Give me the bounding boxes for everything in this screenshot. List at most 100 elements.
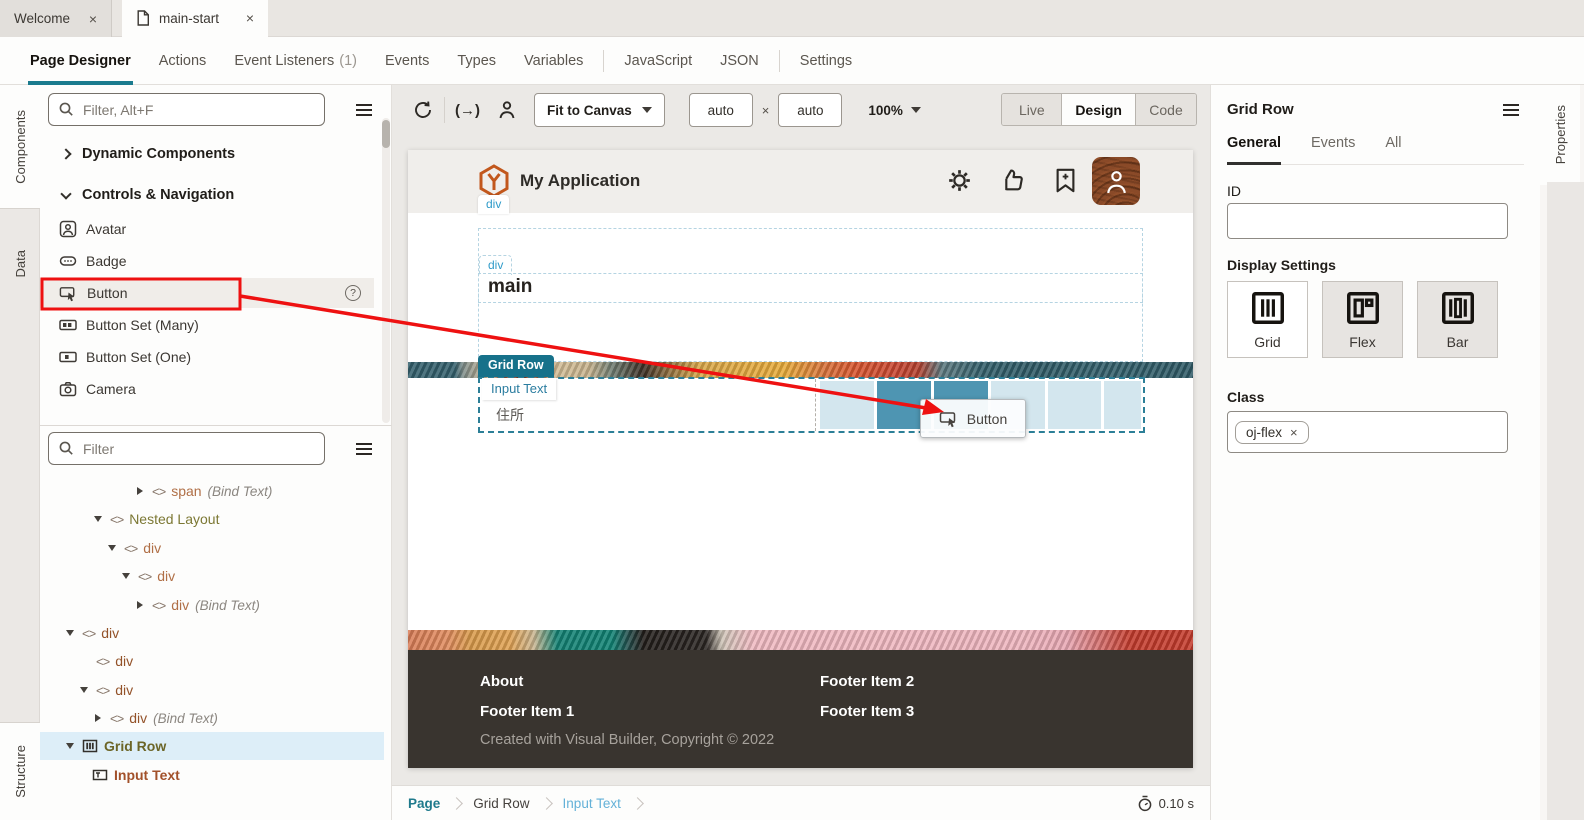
tree-row-div[interactable]: <> div [40, 534, 384, 562]
expand-right-icon[interactable] [137, 487, 143, 495]
structure-filter[interactable] [48, 432, 325, 465]
properties-menu-button[interactable] [1502, 103, 1520, 117]
nav-page-designer[interactable]: Page Designer [16, 37, 145, 85]
settings-gear-button[interactable] [946, 167, 973, 194]
grid-cell[interactable] [820, 381, 874, 429]
grid-cell[interactable] [1104, 381, 1141, 429]
header-div-tag[interactable]: div [478, 195, 509, 214]
class-input[interactable]: oj-flex × [1227, 411, 1508, 453]
gear-icon [946, 167, 973, 194]
section-dynamic-components[interactable]: Dynamic Components [40, 139, 384, 169]
scrollbar-thumb[interactable] [382, 120, 390, 148]
component-item-button[interactable]: Button ? [40, 278, 374, 308]
component-item-badge[interactable]: Badge [40, 246, 374, 276]
id-input[interactable] [1227, 203, 1508, 239]
close-icon[interactable]: × [246, 10, 254, 26]
expand-down-icon[interactable] [80, 687, 88, 693]
tree-row-div-bind[interactable]: <> div (Bind Text) [40, 704, 384, 732]
components-filter-input[interactable] [83, 102, 315, 118]
component-item-button-set-one[interactable]: Button Set (One) [40, 342, 374, 372]
tree-row-div[interactable]: <> div [40, 676, 384, 704]
nav-json[interactable]: JSON [706, 37, 773, 85]
nav-settings[interactable]: Settings [786, 37, 866, 85]
grid-row-tag[interactable]: Grid Row [478, 355, 554, 377]
tab-welcome[interactable]: Welcome × [0, 0, 112, 37]
rail-tab-structure[interactable]: Structure [0, 722, 40, 820]
tree-row-nested-layout[interactable]: <> Nested Layout [40, 505, 384, 533]
like-button[interactable] [999, 167, 1026, 194]
main-div-tag[interactable]: div [479, 255, 512, 275]
input-text-label-tag[interactable]: Input Text [482, 378, 556, 400]
breadcrumb-grid-row[interactable]: Grid Row [473, 796, 529, 811]
tab-events[interactable]: Events [1311, 135, 1355, 164]
tree-row-div[interactable]: <> div [40, 562, 384, 590]
bookmark-button[interactable] [1053, 167, 1078, 194]
tab-general[interactable]: General [1227, 135, 1281, 164]
structure-filter-input[interactable] [83, 441, 315, 457]
tab-main-start[interactable]: main-start × [122, 0, 268, 37]
user-avatar[interactable] [1092, 157, 1140, 205]
expand-down-icon[interactable] [66, 630, 74, 636]
component-item-avatar[interactable]: Avatar [40, 214, 374, 244]
tree-row-input-text[interactable]: Input Text [40, 761, 384, 789]
tree-row-grid-row[interactable]: Grid Row [40, 732, 384, 760]
zoom-dropdown[interactable]: 100% [868, 103, 921, 118]
section-controls-navigation[interactable]: Controls & Navigation [40, 180, 384, 210]
grid-cell[interactable] [1048, 381, 1102, 429]
nav-javascript[interactable]: JavaScript [610, 37, 706, 85]
grid-row-element[interactable]: 住所 [478, 377, 1145, 433]
mode-code[interactable]: Code [1136, 94, 1196, 125]
class-chip-oj-flex[interactable]: oj-flex × [1235, 421, 1309, 444]
nav-variables[interactable]: Variables [510, 37, 597, 85]
refresh-button[interactable] [412, 99, 434, 121]
tab-all[interactable]: All [1385, 135, 1401, 164]
tree-row-div[interactable]: <> div [40, 619, 384, 647]
user-context-button[interactable] [496, 99, 518, 121]
rail-tab-components[interactable]: Components [0, 85, 40, 208]
expand-right-icon[interactable] [137, 601, 143, 609]
tree-row-div-bind[interactable]: <> div (Bind Text) [40, 591, 384, 619]
footer-link-about[interactable]: About [480, 673, 523, 690]
connections-button[interactable]: (→) [455, 102, 480, 119]
nav-actions[interactable]: Actions [145, 37, 221, 85]
nav-events[interactable]: Events [371, 37, 443, 85]
rail-tab-properties[interactable]: Properties [1540, 85, 1580, 185]
expand-down-icon[interactable] [66, 743, 74, 749]
expand-down-icon[interactable] [94, 516, 102, 522]
canvas-width-input[interactable] [689, 93, 753, 127]
nav-event-listeners[interactable]: Event Listeners(1) [220, 37, 371, 85]
nav-types[interactable]: Types [443, 37, 510, 85]
expand-right-icon[interactable] [95, 714, 101, 722]
component-item-button-set-many[interactable]: Button Set (Many) [40, 310, 374, 340]
breadcrumb-input-text[interactable]: Input Text [563, 796, 621, 811]
footer-link-item1[interactable]: Footer Item 1 [480, 703, 574, 720]
page-canvas[interactable]: My Application div div main [408, 150, 1193, 768]
tree-row-div[interactable]: <> div [40, 647, 384, 675]
main-div-outline[interactable] [478, 273, 1143, 303]
fit-to-canvas-dropdown[interactable]: Fit to Canvas [534, 93, 665, 127]
dragged-button-ghost[interactable]: Button [920, 399, 1026, 438]
app-header-div[interactable]: My Application [408, 150, 1193, 213]
footer-link-item2[interactable]: Footer Item 2 [820, 673, 914, 690]
mode-design[interactable]: Design [1062, 94, 1136, 125]
collapsed-panel-strip[interactable] [1547, 182, 1584, 820]
close-icon[interactable]: × [89, 11, 97, 27]
footer-link-item3[interactable]: Footer Item 3 [820, 703, 914, 720]
breadcrumb-page[interactable]: Page [408, 796, 440, 811]
components-filter[interactable] [48, 93, 325, 126]
expand-down-icon[interactable] [122, 573, 130, 579]
mode-live[interactable]: Live [1002, 94, 1062, 125]
rail-tab-data[interactable]: Data [0, 208, 40, 318]
help-icon[interactable]: ? [345, 285, 361, 301]
components-menu-button[interactable] [355, 103, 373, 117]
remove-chip-icon[interactable]: × [1290, 425, 1298, 440]
display-option-bar[interactable]: Bar [1417, 281, 1498, 358]
display-option-flex[interactable]: Flex [1322, 281, 1403, 358]
expand-down-icon[interactable] [108, 545, 116, 551]
structure-menu-button[interactable] [355, 442, 373, 456]
components-scrollbar[interactable] [382, 118, 390, 423]
tree-row-span[interactable]: <> span (Bind Text) [40, 477, 384, 505]
display-option-grid[interactable]: Grid [1227, 281, 1308, 358]
component-item-camera[interactable]: Camera [40, 374, 374, 404]
canvas-height-input[interactable] [778, 93, 842, 127]
